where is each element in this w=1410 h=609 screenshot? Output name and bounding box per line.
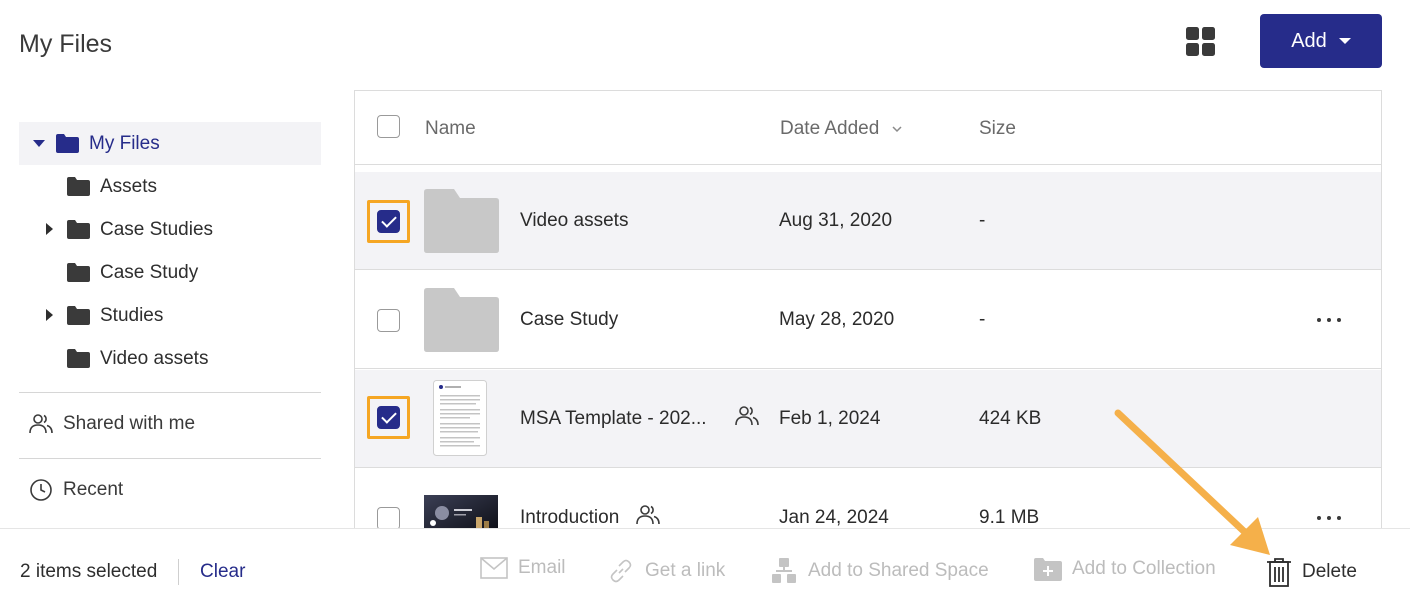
more-options-icon[interactable] xyxy=(1317,516,1341,520)
shared-with-me-label: Shared with me xyxy=(63,413,196,434)
file-size: 9.1 MB xyxy=(979,507,1040,528)
selection-count: 2 items selected xyxy=(20,561,158,582)
get-link-button[interactable]: Get a link xyxy=(607,557,725,585)
table-row[interactable]: Case Study May 28, 2020 - xyxy=(355,271,1381,369)
tree-item-case-studies[interactable]: Case Studies xyxy=(19,208,321,251)
recent-label: Recent xyxy=(63,479,124,500)
caret-down-icon xyxy=(1338,38,1351,44)
folder-icon xyxy=(67,263,90,282)
row-checkbox[interactable] xyxy=(377,210,400,233)
tree-item-video-assets[interactable]: Video assets xyxy=(19,337,321,380)
column-header-date[interactable]: Date Added xyxy=(780,118,903,140)
grid-view-toggle[interactable] xyxy=(1186,27,1215,56)
tree-item-label: Video assets xyxy=(100,348,209,369)
collection-add-icon xyxy=(1034,558,1062,581)
add-button[interactable]: Add xyxy=(1260,14,1382,68)
clear-selection-button[interactable]: Clear xyxy=(200,561,245,583)
row-checkbox[interactable] xyxy=(377,406,400,429)
select-all-checkbox[interactable] xyxy=(377,115,400,138)
table-row[interactable]: Video assets Aug 31, 2020 - xyxy=(355,172,1381,270)
recent-link[interactable]: Recent xyxy=(29,478,123,502)
file-date: May 28, 2020 xyxy=(779,309,895,330)
expand-right-icon[interactable] xyxy=(46,223,53,235)
file-size: - xyxy=(979,210,986,231)
sidebar-divider xyxy=(19,392,321,393)
tree-item-my-files[interactable]: My Files xyxy=(19,122,321,165)
column-header-name[interactable]: Name xyxy=(425,118,476,140)
folder-thumbnail-icon xyxy=(424,288,499,352)
footer-divider xyxy=(178,559,179,585)
expand-down-icon[interactable] xyxy=(33,140,45,147)
get-link-label: Get a link xyxy=(645,560,726,581)
file-size: - xyxy=(979,309,986,330)
file-name[interactable]: Video assets xyxy=(520,210,628,232)
tree-item-label: Assets xyxy=(100,176,158,197)
file-date: Aug 31, 2020 xyxy=(779,210,893,231)
file-name[interactable]: Case Study xyxy=(520,309,618,331)
page-title: My Files xyxy=(19,30,113,58)
folder-icon xyxy=(56,134,79,153)
column-header-size[interactable]: Size xyxy=(979,118,1016,140)
file-size: 424 KB xyxy=(979,408,1042,429)
grid-view-icon xyxy=(1186,27,1215,56)
sidebar: My Files Assets Case Studies Case Study … xyxy=(19,122,321,380)
tree-item-assets[interactable]: Assets xyxy=(19,165,321,208)
folder-icon xyxy=(67,177,90,196)
table-row[interactable]: Introduction Jan 24, 2024 9.1 MB xyxy=(355,469,1381,530)
file-name[interactable]: MSA Template - 202... xyxy=(520,408,707,430)
tree-item-label: Studies xyxy=(100,305,164,326)
tree-item-label: My Files xyxy=(89,133,160,154)
table-header: Name Date Added Size xyxy=(355,91,1381,165)
file-date: Jan 24, 2024 xyxy=(779,507,889,528)
sort-chevron-down-icon xyxy=(892,126,902,133)
selection-action-bar: 2 items selected Clear Email Get a link … xyxy=(0,528,1410,609)
link-icon xyxy=(610,559,632,583)
file-name[interactable]: Introduction xyxy=(520,507,619,529)
expand-right-icon[interactable] xyxy=(46,309,53,321)
files-table: Name Date Added Size Video assets Aug 31… xyxy=(354,90,1382,530)
row-checkbox[interactable] xyxy=(377,507,400,530)
file-date: Feb 1, 2024 xyxy=(779,408,881,429)
folder-icon xyxy=(67,220,90,239)
email-label: Email xyxy=(518,557,566,578)
trash-icon xyxy=(1267,558,1291,587)
column-header-date-label: Date Added xyxy=(780,118,880,139)
shared-with-me-link[interactable]: Shared with me xyxy=(29,412,195,436)
clock-icon xyxy=(30,479,52,501)
delete-button[interactable]: Delete xyxy=(1266,557,1357,587)
shared-people-icon xyxy=(735,406,759,426)
more-options-icon[interactable] xyxy=(1317,318,1341,322)
table-row[interactable]: MSA Template - 202... Feb 1, 2024 424 KB xyxy=(355,370,1381,468)
folder-icon xyxy=(67,306,90,325)
delete-label: Delete xyxy=(1302,561,1357,582)
folder-icon xyxy=(67,349,90,368)
add-to-shared-space-button[interactable]: Add to Shared Space xyxy=(770,557,989,585)
add-to-collection-button[interactable]: Add to Collection xyxy=(1034,557,1216,581)
add-to-collection-label: Add to Collection xyxy=(1072,558,1216,579)
shared-people-icon xyxy=(636,505,660,525)
email-button[interactable]: Email xyxy=(480,557,566,579)
add-to-shared-space-label: Add to Shared Space xyxy=(808,560,989,581)
tree-item-case-study[interactable]: Case Study xyxy=(19,251,321,294)
add-button-label: Add xyxy=(1291,29,1327,52)
video-thumbnail xyxy=(424,495,498,530)
tree-item-studies[interactable]: Studies xyxy=(19,294,321,337)
row-checkbox[interactable] xyxy=(377,309,400,332)
people-icon xyxy=(29,414,53,434)
folder-thumbnail-icon xyxy=(424,189,499,253)
shared-space-icon xyxy=(772,558,796,583)
document-thumbnail-icon xyxy=(433,380,487,456)
tree-item-label: Case Studies xyxy=(100,219,214,240)
sidebar-divider xyxy=(19,458,321,459)
tree-item-label: Case Study xyxy=(100,262,199,283)
envelope-icon xyxy=(480,557,508,579)
